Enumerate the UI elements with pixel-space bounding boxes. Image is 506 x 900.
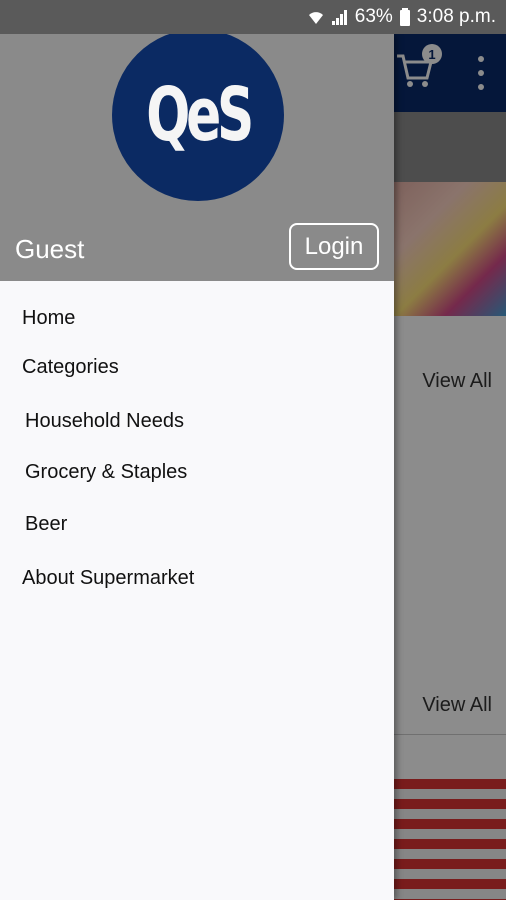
battery-percent: 63% <box>354 6 393 27</box>
clock: 3:08 p.m. <box>416 6 496 27</box>
menu-item-categories[interactable]: Categories <box>22 356 119 379</box>
status-bar: 63% 3:08 p.m. <box>0 0 506 34</box>
store-logo: QeS <box>112 29 284 201</box>
menu-item-about-supermarket[interactable]: About Supermarket <box>22 567 194 590</box>
menu-item-household-needs[interactable]: Household Needs <box>25 410 184 433</box>
user-name: Guest <box>15 234 85 264</box>
drawer-header: QeS Guest Login <box>0 29 394 281</box>
wifi-icon <box>307 8 325 26</box>
menu-item-beer[interactable]: Beer <box>25 513 67 536</box>
login-button[interactable]: Login <box>289 223 379 270</box>
menu-item-grocery-staples[interactable]: Grocery & Staples <box>25 461 187 484</box>
navigation-drawer: QeS Guest Login Home Categories Househol… <box>0 29 394 900</box>
battery-icon <box>399 8 411 26</box>
logo-text: QeS <box>146 72 254 158</box>
menu-item-home[interactable]: Home <box>22 307 75 330</box>
signal-icon <box>331 8 349 26</box>
